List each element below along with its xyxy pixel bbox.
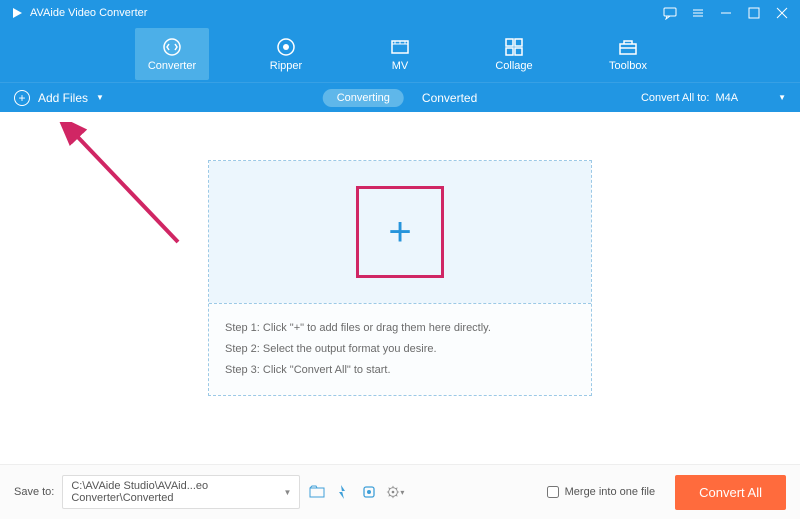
main-area: + Step 1: Click "+" to add files or drag… [0,112,800,464]
step-1: Step 1: Click "+" to add files or drag t… [225,318,575,339]
merge-checkbox[interactable]: Merge into one file [547,486,656,498]
feedback-icon[interactable] [662,5,678,21]
ripper-icon [275,36,297,58]
dropzone-top: + [209,161,591,303]
mv-icon [389,36,411,58]
nav-label: Ripper [270,60,302,72]
add-files-button[interactable]: + Add Files ▼ [14,90,104,106]
open-folder-icon[interactable] [308,483,326,501]
add-files-label: Add Files [38,91,88,105]
nav-label: Toolbox [609,60,647,72]
app-title: AVAide Video Converter [10,6,147,20]
settings-icon[interactable]: ▾ [386,483,404,501]
merge-checkbox-input[interactable] [547,486,559,498]
plus-icon: + [14,90,30,106]
collage-icon [503,36,525,58]
nav-collage[interactable]: Collage [477,28,551,80]
convert-all-to-label: Convert All to: [641,92,709,104]
format-select[interactable]: M4A ▼ [715,92,786,104]
chevron-down-icon: ▼ [96,93,104,102]
chevron-down-icon: ▼ [283,488,291,497]
convert-all-button[interactable]: Convert All [675,475,786,510]
nav-toolbox[interactable]: Toolbox [591,28,665,80]
toolbox-icon [617,36,639,58]
merge-label: Merge into one file [565,486,656,498]
tab-converted[interactable]: Converted [422,91,477,105]
add-files-plus-button[interactable]: + [356,186,444,278]
converter-icon [161,36,183,58]
instructions: Step 1: Click "+" to add files or drag t… [209,303,591,395]
save-to-label: Save to: [14,486,54,498]
dropzone[interactable]: + Step 1: Click "+" to add files or drag… [208,160,592,396]
speed-icon[interactable] [334,483,352,501]
main-nav: Converter Ripper MV Collage Toolbox [0,26,800,82]
plus-icon: + [388,210,411,255]
chevron-down-icon: ▼ [778,93,786,102]
format-value: M4A [715,92,738,104]
step-3: Step 3: Click "Convert All" to start. [225,360,575,381]
maximize-icon[interactable] [746,5,762,21]
status-tabs: Converting Converted [323,89,478,107]
annotation-arrow [18,122,198,252]
app-title-text: AVAide Video Converter [30,7,147,19]
gpu-icon[interactable] [360,483,378,501]
logo-icon [10,6,24,20]
save-path-select[interactable]: C:\AVAide Studio\AVAid...eo Converter\Co… [62,475,300,509]
nav-label: MV [392,60,409,72]
save-path-value: C:\AVAide Studio\AVAid...eo Converter\Co… [71,480,283,504]
footer: Save to: C:\AVAide Studio\AVAid...eo Con… [0,464,800,519]
nav-label: Converter [148,60,196,72]
nav-ripper[interactable]: Ripper [249,28,323,80]
minimize-icon[interactable] [718,5,734,21]
nav-converter[interactable]: Converter [135,28,209,80]
tab-converting[interactable]: Converting [323,89,404,107]
convert-all-to: Convert All to: M4A ▼ [641,92,786,104]
subbar: + Add Files ▼ Converting Converted Conve… [0,82,800,112]
nav-mv[interactable]: MV [363,28,437,80]
close-icon[interactable] [774,5,790,21]
step-2: Step 2: Select the output format you des… [225,339,575,360]
titlebar: AVAide Video Converter [0,0,800,26]
menu-icon[interactable] [690,5,706,21]
window-controls [662,5,790,21]
nav-label: Collage [495,60,532,72]
